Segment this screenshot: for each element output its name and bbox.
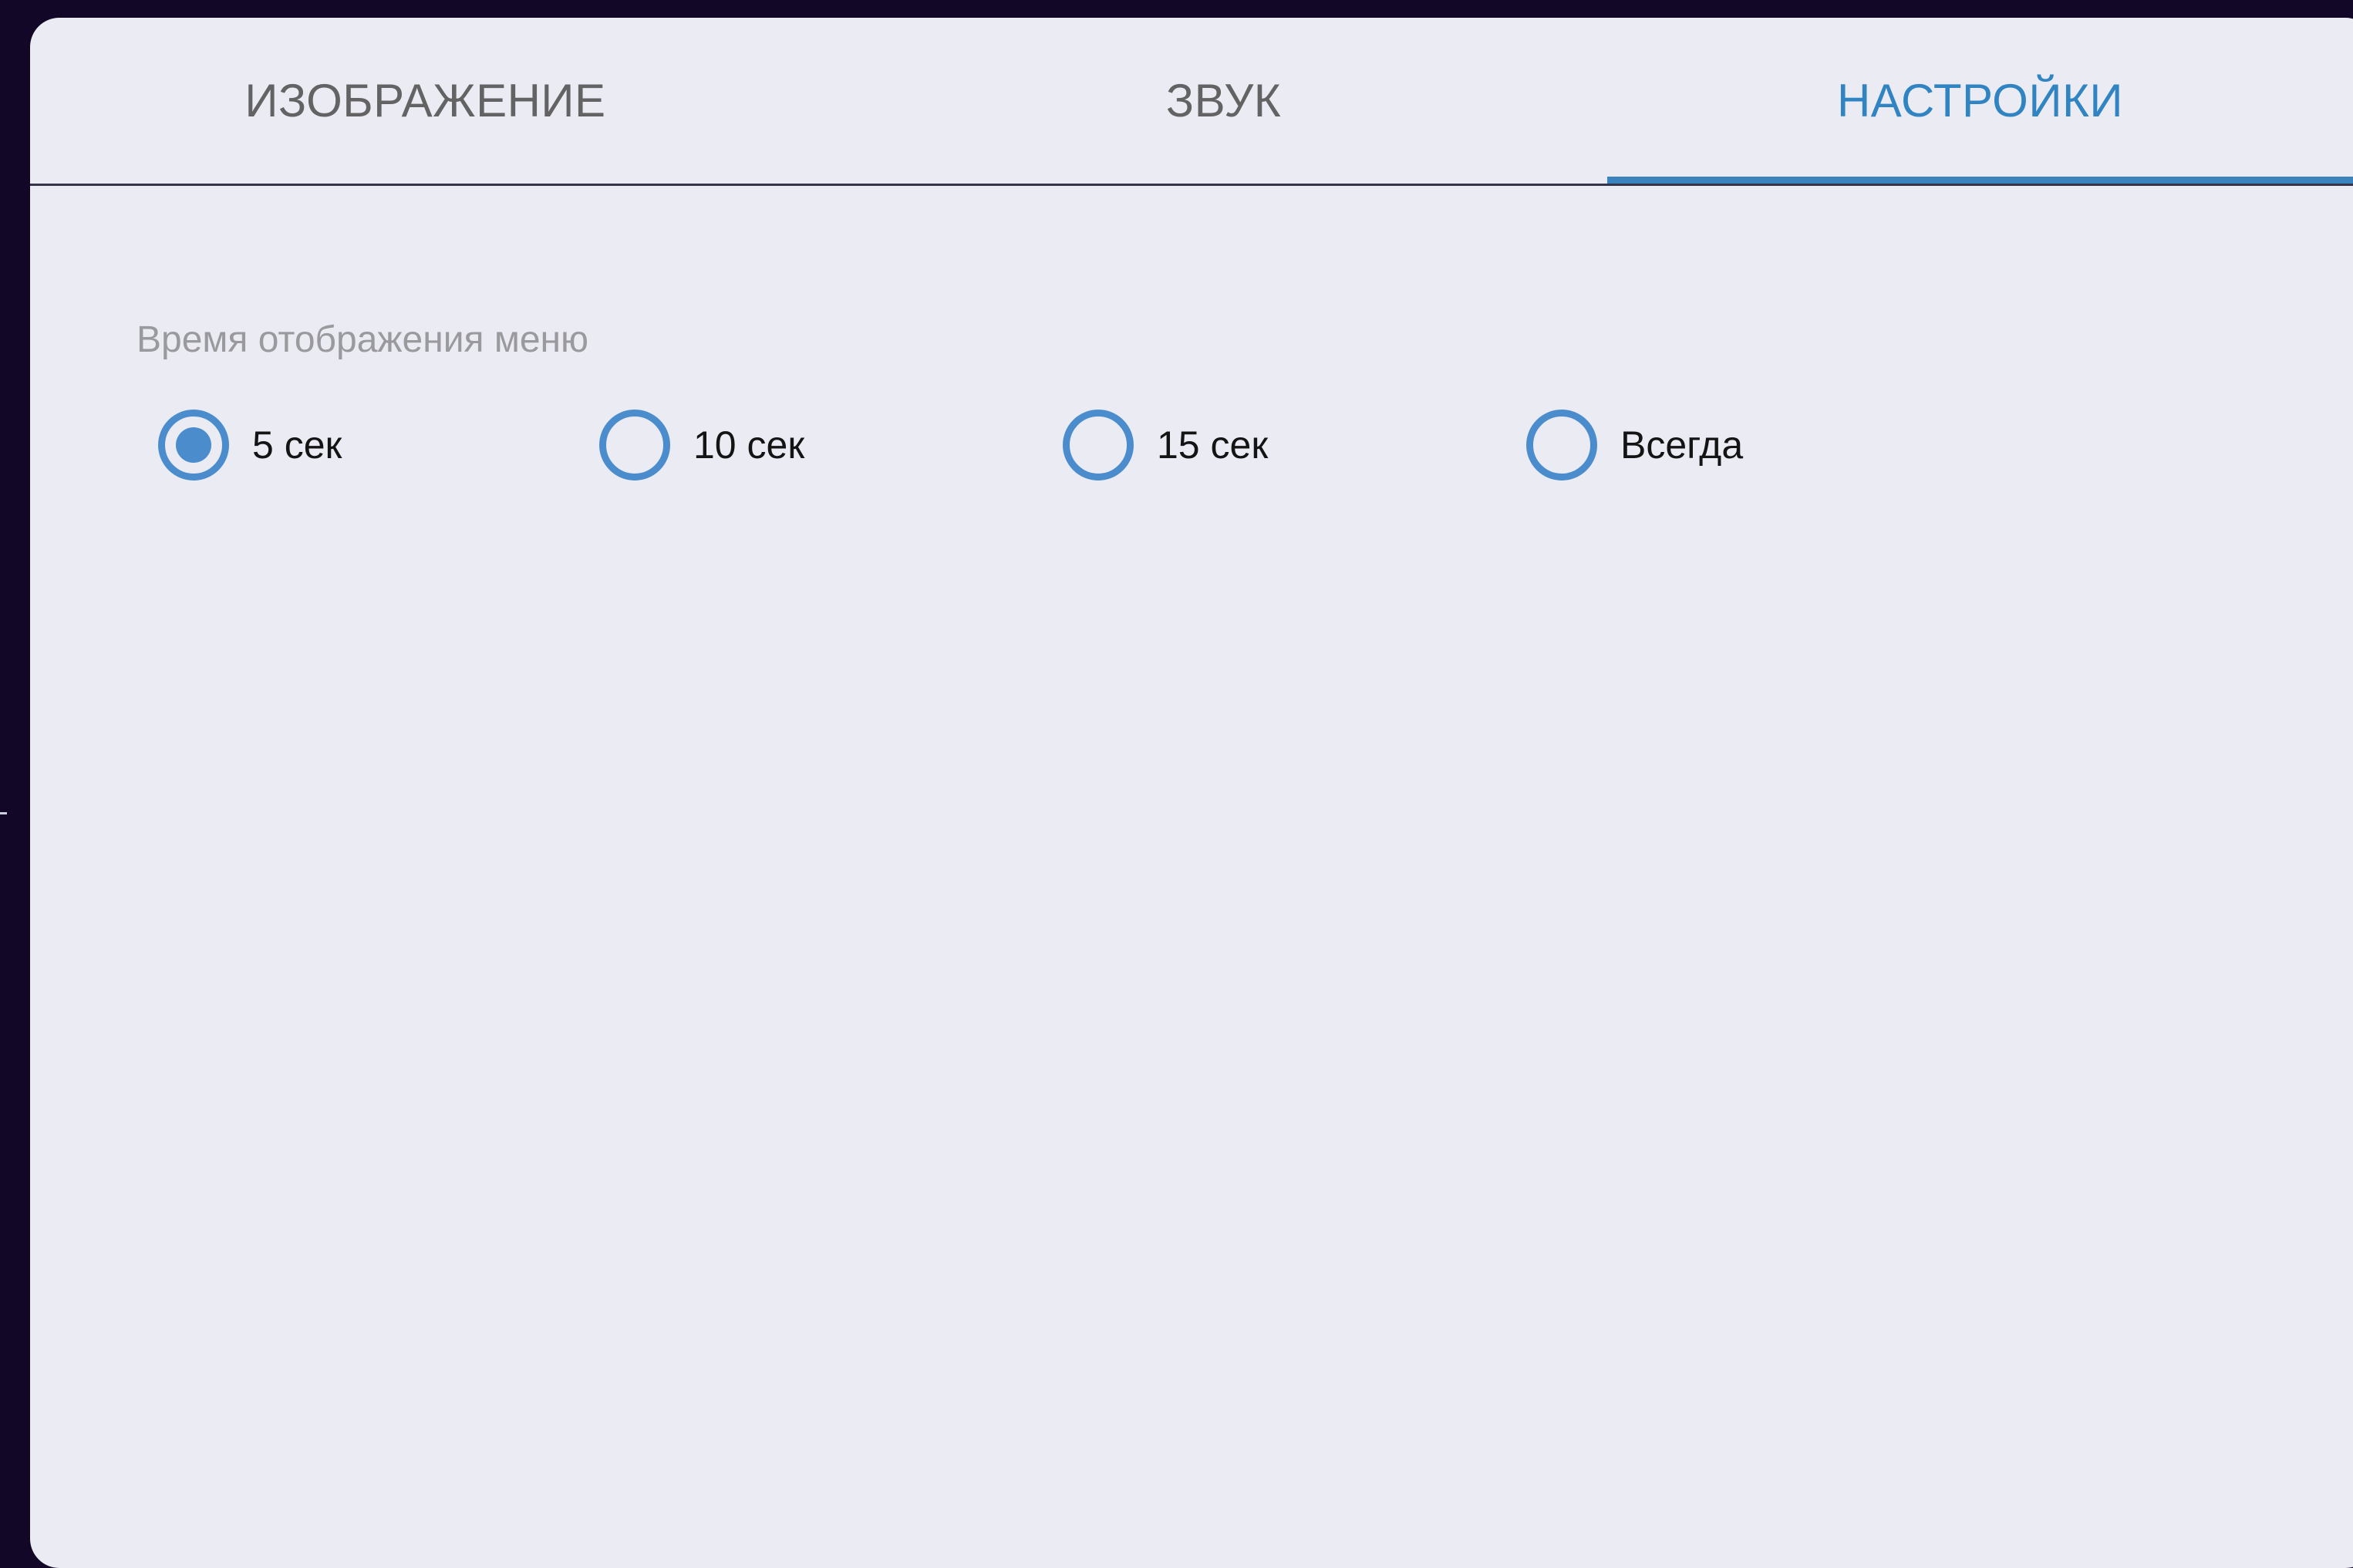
radio-option-15-sec[interactable]: 15 сек bbox=[1063, 407, 1268, 483]
radio-option-always[interactable]: Всегда bbox=[1526, 407, 1743, 483]
radio-checked-icon bbox=[158, 410, 229, 481]
menu-display-time-label: Время отображения меню bbox=[137, 319, 589, 360]
edge-marker bbox=[0, 812, 7, 814]
tab-image[interactable]: ИЗОБРАЖЕНИЕ bbox=[30, 18, 821, 184]
radio-label: 15 сек bbox=[1157, 423, 1269, 467]
radio-label: Всегда bbox=[1620, 423, 1744, 467]
radio-option-10-sec[interactable]: 10 сек bbox=[599, 407, 804, 483]
radio-unchecked-icon bbox=[1063, 410, 1134, 481]
radio-unchecked-icon bbox=[1526, 410, 1597, 481]
active-tab-indicator bbox=[1607, 177, 2353, 184]
tab-settings[interactable]: НАСТРОЙКИ bbox=[1607, 18, 2353, 184]
tab-sound[interactable]: ЗВУК bbox=[821, 18, 1627, 184]
tab-bar: ИЗОБРАЖЕНИЕ ЗВУК НАСТРОЙКИ bbox=[30, 18, 2353, 186]
radio-label: 10 сек bbox=[693, 423, 805, 467]
radio-unchecked-icon bbox=[599, 410, 670, 481]
radio-dot bbox=[176, 427, 211, 463]
settings-panel: ИЗОБРАЖЕНИЕ ЗВУК НАСТРОЙКИ Время отображ… bbox=[30, 18, 2353, 1568]
radio-option-5-sec[interactable]: 5 сек bbox=[158, 407, 342, 483]
radio-label: 5 сек bbox=[252, 423, 342, 467]
